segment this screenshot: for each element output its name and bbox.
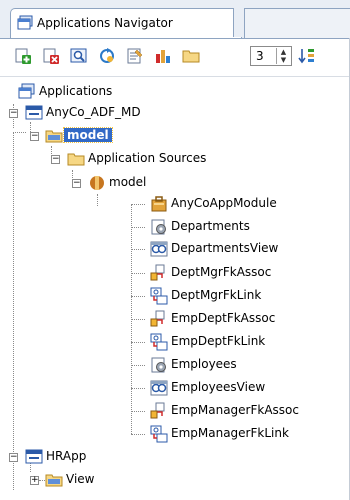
entity-object-icon [151,219,166,235]
tree-line [131,434,145,435]
applications-icon [18,83,35,99]
tree-line [13,132,26,133]
tree-line [131,249,145,250]
tab-applications-navigator[interactable]: Applications Navigator [10,8,242,38]
view-link-icon [150,333,168,351]
tree-node-label: EmpDeptFkAssoc [171,311,276,325]
tab-strip-empty [244,8,350,38]
tree-node-label: EmpManagerFkAssoc [171,403,299,417]
collapse-toggle[interactable]: − [51,155,60,164]
association-icon [150,310,165,327]
toolbar: 3 ▲ ▼ [0,39,350,69]
chart-icon[interactable] [154,47,172,65]
collapse-toggle[interactable]: − [72,179,81,188]
tree-line [13,132,14,490]
view-object-icon [150,241,168,257]
package-icon [90,176,104,190]
tree-node-label: AnyCoAppModule [171,196,277,210]
tree-line [131,388,145,389]
level-spinner[interactable]: 3 ▲ ▼ [250,46,292,66]
tree-line [131,204,145,205]
expand-toggle[interactable]: + [30,476,39,485]
tree-node-label: Applications [39,84,113,98]
tree-node-label: EmpManagerFkLink [171,426,289,440]
tree-node-label: HRApp [46,449,87,463]
spinner-down-icon[interactable]: ▼ [277,56,290,64]
tree-node-label: EmpDeptFkLink [171,334,266,348]
application-module-icon [151,196,167,212]
collapse-toggle[interactable]: − [9,109,18,118]
folder-icon[interactable] [182,47,200,65]
tab-label: Applications Navigator [37,16,173,30]
application-tree: Applications − AnyCo_ADF_MD − model − Ap… [0,76,350,500]
folder-icon [67,153,85,166]
tree-line [131,365,145,366]
search-icon[interactable] [70,47,88,65]
folder-icon [45,474,63,487]
delete-icon[interactable] [42,47,60,65]
collapse-toggle[interactable]: − [30,132,39,141]
tree-line [131,296,145,297]
spinner-arrows[interactable]: ▲ ▼ [276,48,290,64]
tree-line [131,227,145,228]
association-icon [150,264,165,281]
add-icon[interactable] [14,47,32,65]
collapse-toggle[interactable]: − [9,453,18,462]
tree-node-label: Application Sources [88,151,207,165]
tree-node-label: model [109,175,147,189]
application-icon [25,449,43,464]
properties-icon[interactable] [126,47,144,65]
spinner-up-icon[interactable]: ▲ [277,48,290,56]
tree-node-label: Employees [171,357,237,371]
tree-node-label: DeptMgrFkLink [171,288,262,302]
tree-node-label: Departments [171,219,250,233]
application-icon [25,105,43,120]
view-link-icon [150,425,168,443]
tab-edge [233,8,242,37]
sort-icon[interactable] [298,47,316,65]
tree-line [131,319,145,320]
tree-line [131,273,145,274]
association-icon [150,402,165,419]
tree-node-label: DepartmentsView [171,241,279,255]
view-link-icon [150,287,168,305]
tree-line [131,411,145,412]
tree-node-label: AnyCo_ADF_MD [46,105,141,119]
tree-node-label: DeptMgrFkAssoc [171,265,272,279]
spinner-value: 3 [256,49,264,63]
tree-line [97,194,98,206]
tree-line [131,342,145,343]
applications-navigator-icon [17,15,33,30]
tree-node-label: EmployeesView [171,380,266,394]
refresh-icon[interactable] [98,47,116,65]
entity-object-icon [151,357,166,373]
tab-strip: Applications Navigator [0,0,350,39]
view-object-icon [150,380,168,396]
tree-node-label: model [63,127,113,143]
folder-icon [45,130,63,143]
tree-node-label: View [66,472,95,486]
